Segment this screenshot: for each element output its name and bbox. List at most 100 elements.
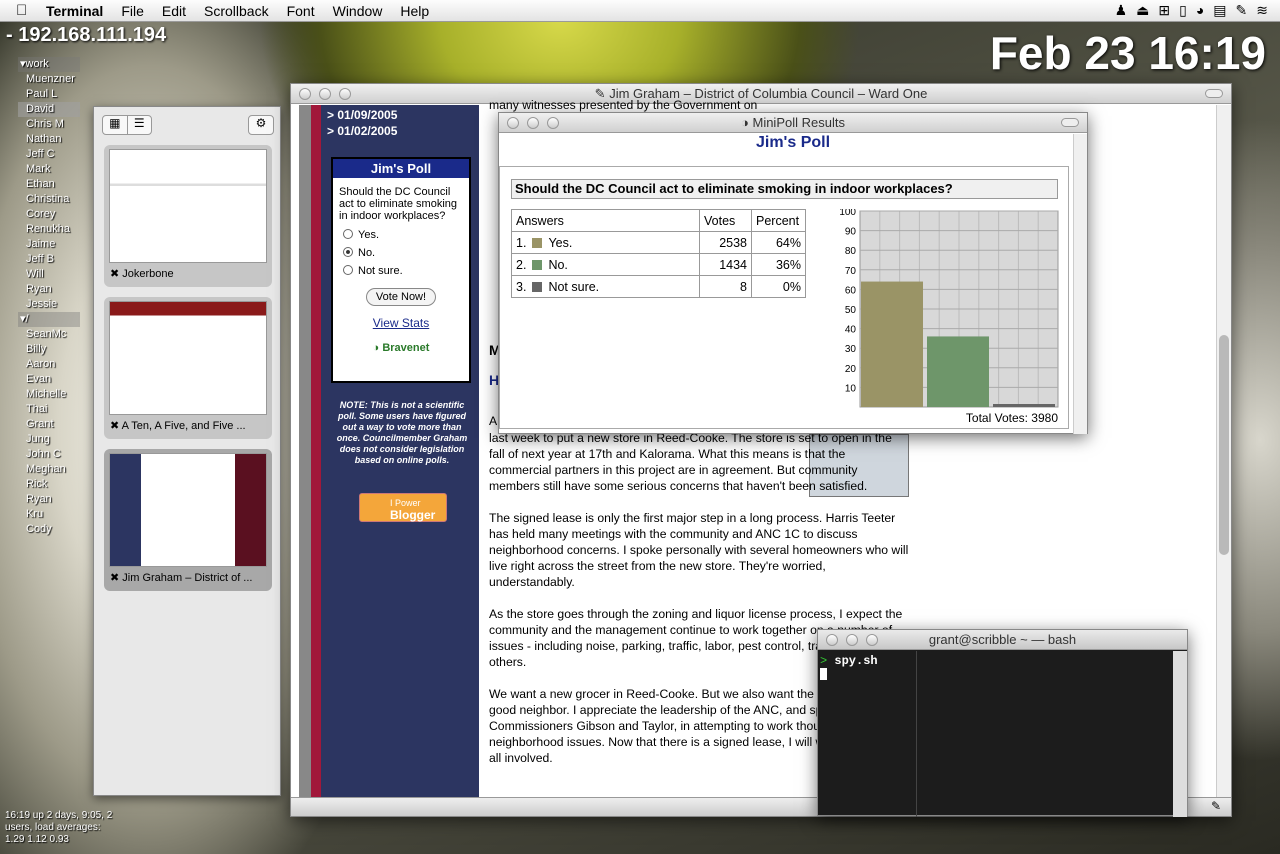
buddy-item[interactable]: Ryan <box>18 492 80 507</box>
list-view-icon[interactable]: ☰ <box>128 116 152 134</box>
buddy-item[interactable]: Jaime <box>18 237 80 252</box>
bravenet-logo[interactable]: ◑ Bravenet <box>333 342 469 354</box>
buddy-item[interactable]: Mark <box>18 162 80 177</box>
scroll-thumb[interactable] <box>1219 335 1229 555</box>
menu-window[interactable]: Window <box>333 3 383 19</box>
wifi-icon[interactable]: ≋ <box>1256 2 1268 19</box>
close-icon[interactable]: ✖ <box>110 268 122 280</box>
menu-font[interactable]: Font <box>287 3 315 19</box>
close-button[interactable] <box>299 88 311 100</box>
user-icon[interactable]: ♟ <box>1115 2 1128 19</box>
menu-app[interactable]: Terminal <box>46 3 103 19</box>
buddy-item[interactable]: Meghan <box>18 462 80 477</box>
poll-option-yes[interactable]: Yes. <box>333 226 469 244</box>
plus-icon[interactable]: ⊞ <box>1158 2 1170 19</box>
buddy-item[interactable]: Christina <box>18 192 80 207</box>
poll-note: NOTE: This is not a scientific poll. Som… <box>336 400 468 465</box>
buddy-item[interactable]: Muenzner <box>18 72 80 87</box>
tab-thumb-3[interactable]: ✖ Jim Graham – District of ... <box>104 449 272 591</box>
buddy-item[interactable]: Evan <box>18 372 80 387</box>
browser-titlebar[interactable]: ✎ Jim Graham – District of Columbia Coun… <box>291 84 1231 104</box>
buddy-group-slash[interactable]: ▾/ <box>18 312 80 327</box>
view-stats-link[interactable]: View Stats <box>333 316 469 330</box>
close-icon[interactable]: ✖ <box>110 572 122 584</box>
pencil-icon[interactable]: ✎ <box>1211 799 1221 813</box>
toolbar-toggle[interactable] <box>1205 89 1223 98</box>
terminal-output[interactable]: > spy.sh <box>820 654 878 684</box>
buddy-item[interactable]: Jeff B <box>18 252 80 267</box>
archive-link[interactable]: > 01/09/2005 <box>327 107 397 123</box>
gauge-icon[interactable]: ◕ <box>1196 2 1204 19</box>
gear-icon[interactable]: ⚙ <box>248 115 274 135</box>
tab-thumb-2[interactable]: ✖ A Ten, A Five, and Five ... <box>104 297 272 439</box>
thumb-preview <box>109 453 267 567</box>
radio-button[interactable] <box>343 229 353 239</box>
apple-icon[interactable]:  <box>16 2 38 19</box>
buddy-item[interactable]: SeanMc <box>18 327 80 342</box>
buddy-item[interactable]: Ryan <box>18 282 80 297</box>
buddy-item[interactable]: Jung <box>18 432 80 447</box>
buddy-item[interactable]: David <box>18 102 80 117</box>
close-button[interactable] <box>826 634 838 646</box>
tab-thumb-1[interactable]: ✖ Jokerbone <box>104 145 272 287</box>
close-icon[interactable]: ✖ <box>110 420 122 432</box>
browser-scrollbar[interactable] <box>1216 105 1231 799</box>
buddy-item[interactable]: Corey <box>18 207 80 222</box>
buddy-item[interactable]: Nathan <box>18 132 80 147</box>
view-toggle[interactable]: ▦ ☰ <box>102 115 152 135</box>
zoom-button[interactable] <box>339 88 351 100</box>
poll-option-notsure[interactable]: Not sure. <box>333 262 469 280</box>
buddy-item[interactable]: Chris M <box>18 117 80 132</box>
poll-results-title: Jim's Poll <box>755 134 831 151</box>
minimize-button[interactable] <box>846 634 858 646</box>
close-button[interactable] <box>507 117 519 129</box>
buddy-item[interactable]: Grant <box>18 417 80 432</box>
zoom-button[interactable] <box>547 117 559 129</box>
menu-help[interactable]: Help <box>400 3 429 19</box>
blogger-badge[interactable]: I Power Blogger <box>359 493 447 522</box>
buddy-item[interactable]: Renukha <box>18 222 80 237</box>
buddy-group-work[interactable]: ▾work <box>18 57 80 72</box>
color-swatch <box>532 281 543 292</box>
column-header: Votes <box>699 209 752 232</box>
edit-icon[interactable]: ✎ <box>1236 2 1248 19</box>
minimize-button[interactable] <box>527 117 539 129</box>
menu-scrollback[interactable]: Scrollback <box>204 3 269 19</box>
terminal-scrollbar[interactable] <box>1173 651 1187 817</box>
menu-file[interactable]: File <box>121 3 144 19</box>
left-border <box>299 105 311 799</box>
buddy-item[interactable]: Rick <box>18 477 80 492</box>
zoom-button[interactable] <box>866 634 878 646</box>
buddy-item[interactable]: Billy <box>18 342 80 357</box>
table-row: 1. Yes. 2538 64% <box>511 231 806 254</box>
terminal-titlebar[interactable]: grant@scribble ~ — bash <box>818 630 1187 650</box>
radio-button[interactable] <box>343 265 353 275</box>
vote-now-button[interactable]: Vote Now! <box>366 288 436 306</box>
menu-edit[interactable]: Edit <box>162 3 186 19</box>
minipoll-scrollbar[interactable] <box>1073 134 1087 434</box>
display-icon[interactable]: ▤ <box>1213 2 1226 19</box>
table-row: 3. Not sure. 8 0% <box>511 275 806 298</box>
minimize-button[interactable] <box>319 88 331 100</box>
buddy-item[interactable]: Kru <box>18 507 80 522</box>
archive-link[interactable]: > 01/02/2005 <box>327 123 397 139</box>
buddy-item[interactable]: Jessie <box>18 297 80 312</box>
buddy-item[interactable]: Aaron <box>18 357 80 372</box>
grid-view-icon[interactable]: ▦ <box>103 116 128 134</box>
buddy-item[interactable]: Cody <box>18 522 80 537</box>
buddy-item[interactable]: Jeff C <box>18 147 80 162</box>
buddy-item[interactable]: Ethan <box>18 177 80 192</box>
buddy-item[interactable]: John C <box>18 447 80 462</box>
buddy-item[interactable]: Thai <box>18 402 80 417</box>
minipoll-titlebar[interactable]: ◑ MiniPoll Results <box>499 113 1087 133</box>
buddy-item[interactable]: Will <box>18 267 80 282</box>
y-tick-label: 100 <box>839 209 856 218</box>
radio-button-selected[interactable] <box>343 247 353 257</box>
eject-icon[interactable]: ⏏ <box>1136 2 1149 19</box>
buddy-item[interactable]: Michelle <box>18 387 80 402</box>
uptime-readout: 16:19 up 2 days, 9:05, 2 users, load ave… <box>5 810 112 846</box>
buddy-item[interactable]: Paul L <box>18 87 80 102</box>
poll-option-no[interactable]: No. <box>333 244 469 262</box>
battery-icon[interactable]: ▯ <box>1179 2 1187 19</box>
toolbar-toggle[interactable] <box>1061 118 1079 127</box>
